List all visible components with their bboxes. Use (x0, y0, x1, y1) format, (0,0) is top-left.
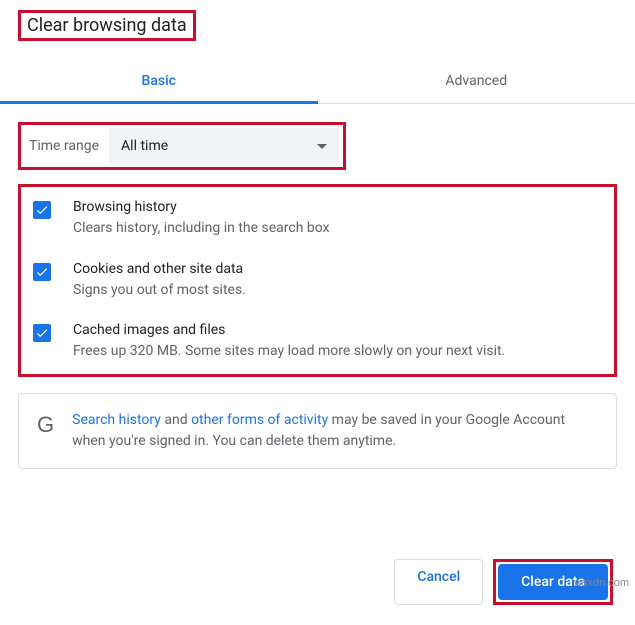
option-cache: Cached images and files Frees up 320 MB.… (29, 322, 606, 362)
option-desc: Clears history, including in the search … (73, 219, 606, 239)
tabs: Basic Advanced (0, 59, 635, 104)
link-other-activity[interactable]: other forms of activity (191, 412, 328, 428)
option-title: Browsing history (73, 199, 606, 215)
option-browsing-history: Browsing history Clears history, includi… (29, 199, 606, 239)
checkbox-cache[interactable] (33, 324, 51, 342)
option-title: Cookies and other site data (73, 261, 606, 277)
check-icon (35, 326, 49, 340)
options-group: Browsing history Clears history, includi… (18, 184, 617, 377)
option-desc: Signs you out of most sites. (73, 281, 606, 301)
cancel-button[interactable]: Cancel (394, 559, 483, 605)
checkbox-cookies[interactable] (33, 263, 51, 281)
link-search-history[interactable]: Search history (72, 412, 161, 428)
google-account-notice: G Search history and other forms of acti… (18, 393, 617, 469)
option-cookies: Cookies and other site data Signs you ou… (29, 261, 606, 301)
time-range-row: Time range All time (18, 122, 346, 170)
option-desc: Frees up 320 MB. Some sites may load mor… (73, 342, 606, 362)
watermark: wsxdn.com (574, 577, 629, 589)
chevron-down-icon (317, 144, 327, 149)
dialog-title: Clear browsing data (18, 10, 196, 41)
time-range-select[interactable]: All time (109, 128, 339, 164)
check-icon (35, 203, 49, 217)
clear-browsing-data-dialog: Clear browsing data Basic Advanced Time … (0, 0, 635, 625)
google-g-icon: G (37, 412, 54, 438)
option-title: Cached images and files (73, 322, 606, 338)
checkbox-browsing-history[interactable] (33, 201, 51, 219)
tab-basic[interactable]: Basic (0, 59, 318, 103)
tab-advanced[interactable]: Advanced (318, 59, 635, 103)
notice-text: Search history and other forms of activi… (72, 410, 598, 452)
time-range-label: Time range (25, 130, 109, 162)
dialog-actions: Cancel Clear data (0, 469, 635, 605)
check-icon (35, 265, 49, 279)
time-range-value: All time (121, 138, 168, 154)
